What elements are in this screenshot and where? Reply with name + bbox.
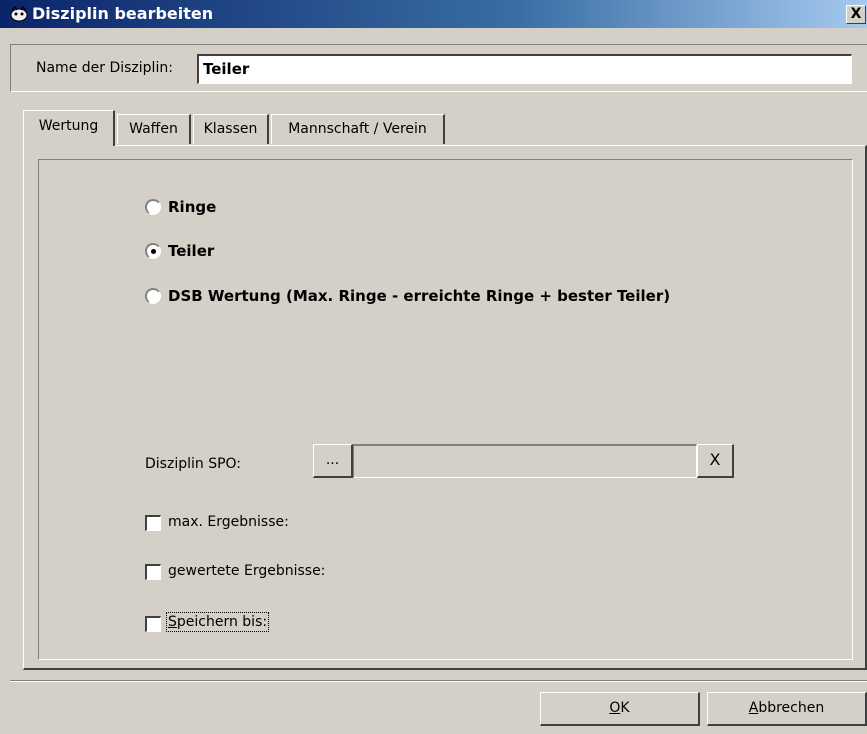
bottom-separator (10, 680, 867, 682)
spo-field[interactable] (353, 444, 697, 478)
window-title: Disziplin bearbeiten (32, 4, 214, 23)
save-until-label-rest: peichern bis: (176, 614, 268, 630)
radio-teiler-label[interactable]: Teiler (168, 242, 214, 260)
ok-button[interactable]: OK (540, 692, 700, 726)
scoring-group (38, 159, 853, 660)
close-button[interactable]: X (846, 5, 866, 24)
radio-ringe[interactable] (145, 199, 161, 215)
max-results-checkbox[interactable] (145, 515, 161, 531)
tab-waffen[interactable]: Waffen (117, 114, 191, 144)
cancel-button[interactable]: Abbrechen (707, 692, 867, 726)
cancel-label-rest: bbrechen (758, 700, 825, 716)
tab-klassen[interactable]: Klassen (193, 114, 269, 144)
spo-clear-button[interactable]: X (697, 444, 734, 478)
discipline-name-label: Name der Disziplin: (36, 60, 173, 76)
save-until-mnemonic: S (168, 614, 177, 630)
ok-mnemonic: O (609, 700, 621, 716)
spo-label: Disziplin SPO: (145, 456, 242, 472)
rated-results-checkbox[interactable] (145, 564, 161, 580)
spo-browse-button[interactable]: ... (313, 444, 353, 478)
radio-teiler[interactable] (145, 243, 161, 259)
radio-selected-dot (151, 249, 156, 254)
radio-ringe-label[interactable]: Ringe (168, 198, 216, 216)
cancel-mnemonic: A (748, 700, 759, 716)
save-until-checkbox[interactable] (145, 616, 161, 632)
tab-wertung[interactable]: Wertung (23, 110, 115, 146)
radio-dsb-wertung[interactable] (145, 288, 161, 304)
app-icon (10, 6, 28, 22)
dialog-window: Disziplin bearbeiten X Name der Diszipli… (0, 0, 867, 734)
close-icon: X (850, 6, 862, 22)
discipline-name-input[interactable]: Teiler (197, 54, 852, 84)
save-until-label[interactable]: Speichern bis: (165, 612, 270, 632)
title-bar[interactable]: Disziplin bearbeiten X (0, 0, 867, 28)
max-results-label[interactable]: max. Ergebnisse: (168, 514, 289, 530)
rated-results-label[interactable]: gewertete Ergebnisse: (168, 563, 325, 579)
ok-label-rest: K (620, 700, 630, 716)
tab-mannschaft-verein[interactable]: Mannschaft / Verein (271, 114, 445, 144)
radio-dsb-wertung-label[interactable]: DSB Wertung (Max. Ringe - erreichte Ring… (168, 287, 670, 305)
